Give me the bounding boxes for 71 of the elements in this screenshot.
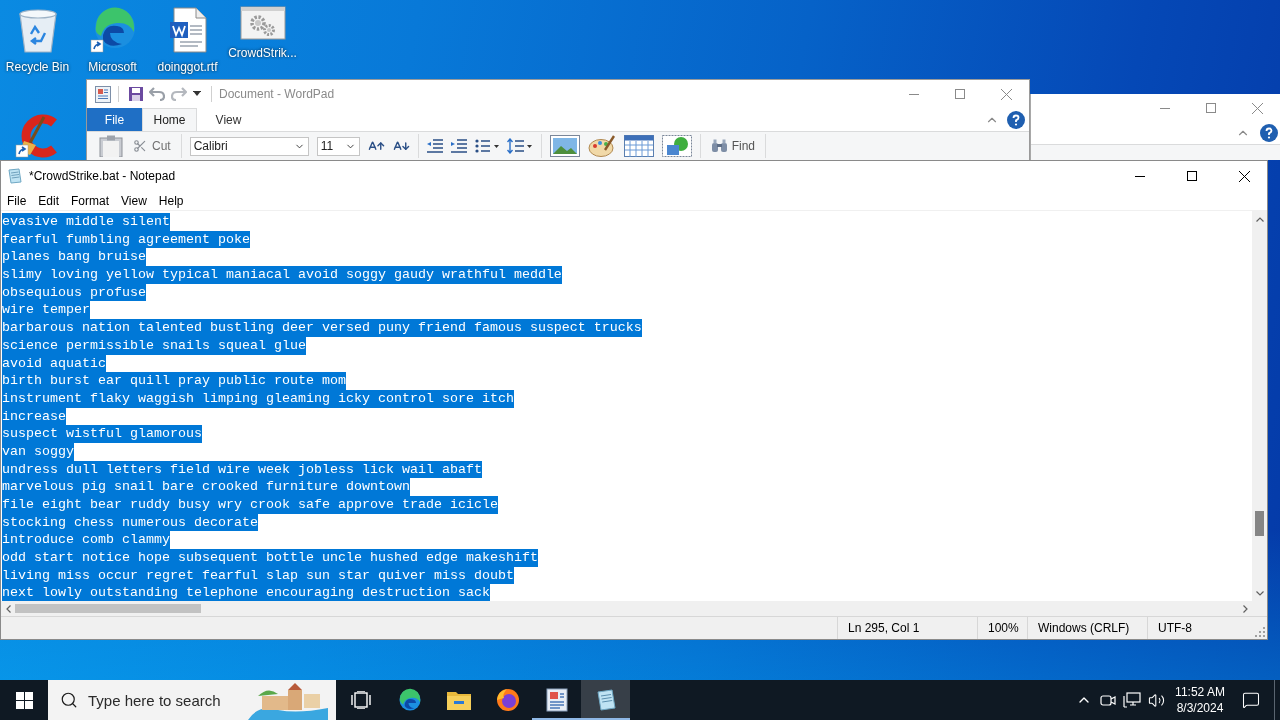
insert-object-icon[interactable]	[661, 135, 692, 157]
status-text: 100%	[977, 617, 1027, 639]
folder-icon	[446, 690, 471, 710]
help-icon[interactable]	[1007, 110, 1025, 129]
maximize-icon	[1206, 103, 1216, 113]
paint-palette-icon[interactable]	[587, 135, 616, 157]
caret-down-icon	[193, 91, 201, 97]
browser-icon	[397, 688, 422, 712]
menu-item[interactable]: File	[1, 191, 33, 210]
network-monitor-icon	[1123, 692, 1141, 708]
taskbar-app-button[interactable]	[581, 680, 630, 720]
speech-bubble-icon	[1242, 691, 1260, 709]
font-size-dropdown[interactable]: 11	[316, 136, 360, 156]
scrollbar-thumb[interactable]	[15, 604, 201, 613]
desktop-icon-label[interactable]: CrowdStrik...	[228, 46, 297, 60]
customize-toolbar-button[interactable]	[190, 91, 204, 97]
window-title: *CrowdStrike.bat - Notepad	[29, 169, 176, 183]
close-icon	[1238, 170, 1250, 182]
menu-item[interactable]: Edit	[32, 191, 66, 210]
minimize-icon	[1160, 107, 1170, 109]
cut-button[interactable]: Cut	[131, 139, 173, 153]
resize-grip-icon[interactable]	[1255, 627, 1265, 637]
increase-indent-icon[interactable]	[450, 139, 467, 153]
decrease-indent-icon[interactable]	[426, 139, 443, 153]
undo-arrow-icon	[149, 87, 165, 101]
document-icon[interactable]	[167, 6, 208, 54]
calendar-icon[interactable]	[623, 135, 654, 157]
bullet-list-icon[interactable]	[474, 139, 499, 153]
scissors-icon	[133, 139, 147, 153]
scrollbar-thumb[interactable]	[1255, 511, 1264, 536]
picture-icon[interactable]	[549, 135, 580, 157]
ribbon-tab[interactable]: View	[201, 108, 256, 131]
close-icon	[1251, 102, 1263, 114]
wordpad-icon	[545, 688, 568, 712]
clock-button[interactable]: 11:52 AM 8/3/2024	[1168, 680, 1232, 720]
status-text: UTF-8	[1147, 617, 1253, 639]
minimize-icon	[909, 93, 919, 95]
redo-arrow-icon	[171, 87, 187, 101]
save-button[interactable]	[126, 87, 146, 101]
desktop-icon-label[interactable]: Microsoft	[88, 60, 137, 74]
ribbon-tab[interactable]: Home	[142, 108, 197, 131]
window-title: Document - WordPad	[219, 87, 335, 101]
status-text: Ln 295, Col 1	[837, 617, 977, 639]
menu-item[interactable]: Format	[65, 191, 116, 210]
task-view-icon	[350, 691, 371, 709]
desktop-icon-label[interactable]: doinggot.rtf	[157, 60, 218, 74]
browser-icon[interactable]	[88, 6, 137, 54]
help-icon[interactable]	[1260, 124, 1278, 142]
menu-item[interactable]: View	[115, 191, 153, 210]
minimize-icon	[1135, 175, 1145, 177]
binoculars-icon	[710, 139, 728, 153]
close-icon	[1000, 88, 1012, 100]
maximize-icon	[955, 89, 965, 99]
clipboard-icon[interactable]	[99, 135, 123, 157]
font-name-dropdown[interactable]: Calibri	[189, 136, 309, 156]
video-camera-icon	[1100, 692, 1116, 708]
gears-window-icon[interactable]	[239, 6, 286, 40]
speaker-icon	[1147, 691, 1165, 709]
maximize-icon	[1187, 171, 1197, 181]
find-button[interactable]: Find	[708, 139, 758, 153]
line-spacing-icon[interactable]	[506, 138, 533, 154]
fox-globe-icon	[495, 688, 520, 712]
wordpad-icon[interactable]	[95, 85, 111, 103]
status-text: Windows (CRLF)	[1027, 617, 1147, 639]
search-field[interactable]: Type here to search	[88, 691, 238, 709]
search-icon	[60, 691, 78, 709]
vertical-scrollbar[interactable]	[1252, 211, 1267, 601]
file-menu-button[interactable]: File	[87, 108, 142, 131]
windows-logo-icon	[15, 691, 33, 709]
menu-item[interactable]: Help	[152, 191, 190, 210]
desktop-icon-label[interactable]: Recycle Bin	[5, 60, 70, 74]
